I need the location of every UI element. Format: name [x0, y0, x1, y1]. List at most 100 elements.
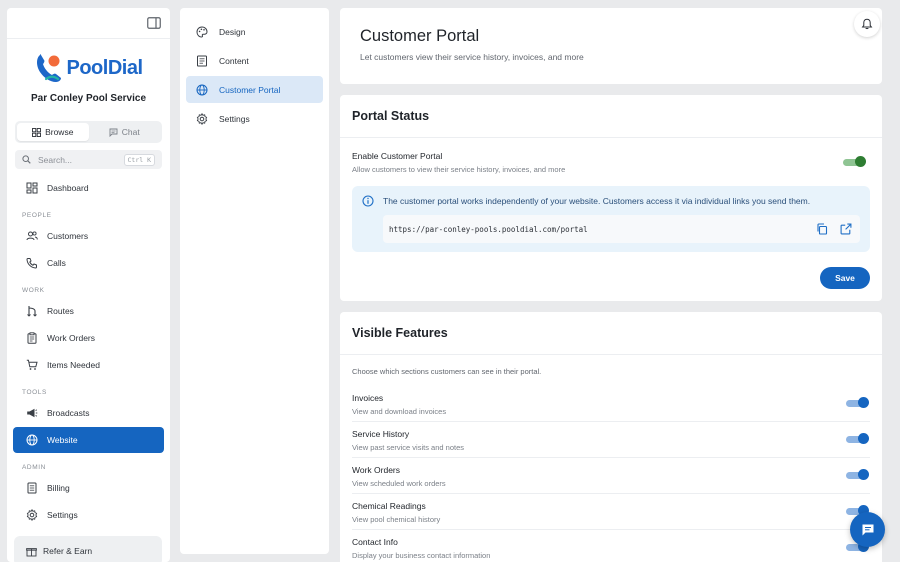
sidebar-item-label: Billing	[47, 483, 70, 493]
gear-icon	[26, 509, 38, 521]
toggle-knob	[858, 433, 869, 444]
url-actions	[816, 223, 860, 235]
copy-icon[interactable]	[816, 223, 828, 235]
sidebar-collapse-icon[interactable]	[147, 17, 161, 29]
enable-portal-desc: Allow customers to view their service hi…	[352, 165, 566, 174]
visible-features-title: Visible Features	[352, 326, 448, 340]
open-external-icon[interactable]	[840, 223, 852, 235]
feature-row-chemical-readings: Chemical Readings View pool chemical his…	[352, 494, 870, 530]
chat-icon	[109, 128, 118, 137]
sidebar-item-work-orders[interactable]: Work Orders	[13, 325, 164, 351]
portal-status-header: Portal Status	[340, 95, 882, 138]
feature-row-service-history: Service History View past service visits…	[352, 422, 870, 458]
page-header: Customer Portal Let customers view their…	[340, 8, 882, 84]
feature-label: Chemical Readings	[352, 501, 426, 511]
sidebar-item-dashboard[interactable]: Dashboard	[13, 175, 164, 201]
page-subtitle: Let customers view their service history…	[360, 52, 584, 62]
section-tools: TOOLS	[22, 389, 47, 396]
subnav-item-settings[interactable]: Settings	[186, 105, 323, 132]
grid-icon	[32, 127, 42, 137]
portal-status-title: Portal Status	[352, 109, 430, 123]
visible-features-intro: Choose which sections customers can see …	[352, 367, 542, 376]
sidebar-item-routes[interactable]: Routes	[13, 298, 164, 324]
sidebar-item-customers[interactable]: Customers	[13, 223, 164, 249]
save-button[interactable]: Save	[820, 267, 870, 289]
toggle-knob	[858, 397, 869, 408]
sidebar-top-bar	[7, 8, 170, 39]
sidebar-item-label: Dashboard	[47, 183, 89, 193]
enable-portal-toggle[interactable]	[843, 156, 866, 167]
phone-icon	[26, 257, 38, 269]
section-admin: ADMIN	[22, 464, 46, 471]
receipt-icon	[26, 482, 38, 494]
sidebar-item-calls[interactable]: Calls	[13, 250, 164, 276]
subnav-item-label: Content	[219, 55, 249, 66]
section-people: PEOPLE	[22, 212, 52, 219]
tab-browse[interactable]: Browse	[17, 123, 89, 141]
gift-icon	[26, 546, 37, 557]
feature-toggle-service-history[interactable]	[846, 433, 869, 444]
subnav-item-design[interactable]: Design	[186, 18, 323, 45]
visible-features-header: Visible Features	[340, 312, 882, 355]
feature-desc: View past service visits and notes	[352, 443, 464, 452]
bell-icon	[861, 18, 873, 30]
feature-row-contact-info: Contact Info Display your business conta…	[352, 530, 870, 562]
feature-label: Contact Info	[352, 537, 398, 547]
search-icon	[22, 155, 31, 164]
portal-url[interactable]: https://par-conley-pools.pooldial.com/po…	[389, 225, 816, 234]
sidebar-item-label: Routes	[47, 306, 74, 316]
sidebar-item-label: Calls	[47, 258, 66, 268]
toggle-knob	[858, 469, 869, 480]
sidebar-nav: Dashboard PEOPLE Customers Calls WORK Ro…	[7, 175, 170, 528]
sidebar-item-label: Broadcasts	[47, 408, 90, 418]
feature-desc: View pool chemical history	[352, 515, 441, 524]
subnav-item-customer-portal[interactable]: Customer Portal	[186, 76, 323, 103]
sidebar-item-settings[interactable]: Settings	[13, 502, 164, 528]
visible-features-card: Visible Features Choose which sections c…	[340, 312, 882, 562]
search-input[interactable]	[38, 154, 117, 165]
chat-fab-button[interactable]	[850, 512, 885, 547]
cart-icon	[26, 359, 38, 371]
feature-desc: Display your business contact informatio…	[352, 551, 491, 560]
refer-earn-button[interactable]: Refer & Earn	[14, 536, 162, 562]
document-icon	[196, 55, 208, 67]
route-icon	[26, 305, 38, 317]
portal-url-box: https://par-conley-pools.pooldial.com/po…	[383, 215, 860, 243]
gear-icon	[196, 112, 208, 125]
sidebar: PoolDial Par Conley Pool Service Browse …	[7, 8, 170, 562]
sidebar-item-website[interactable]: Website	[13, 427, 164, 453]
feature-desc: View and download invoices	[352, 407, 447, 416]
sidebar-item-label: Settings	[47, 510, 78, 520]
notifications-button[interactable]	[854, 11, 880, 37]
info-icon	[362, 195, 374, 207]
toggle-knob	[855, 156, 866, 167]
tab-browse-label: Browse	[45, 127, 74, 137]
sidebar-item-label: Website	[47, 435, 78, 445]
feature-label: Work Orders	[352, 465, 401, 475]
feature-desc: View scheduled work orders	[352, 479, 446, 488]
subnav-item-label: Customer Portal	[219, 84, 281, 95]
megaphone-icon	[26, 407, 38, 419]
brand: PoolDial Par Conley Pool Service	[7, 39, 170, 104]
mode-toggle: Browse Chat	[15, 121, 162, 143]
globe-icon	[26, 434, 38, 446]
subnav-item-content[interactable]: Content	[186, 47, 323, 74]
company-name: Par Conley Pool Service	[30, 93, 147, 104]
sidebar-item-items-needed[interactable]: Items Needed	[13, 352, 164, 378]
portal-info-box: The customer portal works independently …	[352, 186, 870, 252]
sidebar-item-billing[interactable]: Billing	[13, 475, 164, 501]
tab-chat[interactable]: Chat	[89, 123, 161, 141]
refer-earn-label: Refer & Earn	[43, 546, 93, 556]
tab-chat-label: Chat	[121, 127, 140, 137]
people-icon	[26, 230, 38, 242]
feature-toggle-work-orders[interactable]	[846, 469, 869, 480]
logo: PoolDial	[7, 51, 170, 85]
search-shortcut: Ctrl K	[123, 153, 155, 166]
sidebar-item-broadcasts[interactable]: Broadcasts	[13, 400, 164, 426]
section-work: WORK	[22, 287, 45, 294]
feature-toggle-invoices[interactable]	[846, 397, 869, 408]
feature-label: Invoices	[352, 393, 384, 403]
portal-info-text: The customer portal works independently …	[383, 196, 811, 206]
sidebar-item-label: Items Needed	[47, 360, 100, 370]
search-box[interactable]: Ctrl K	[15, 150, 162, 169]
